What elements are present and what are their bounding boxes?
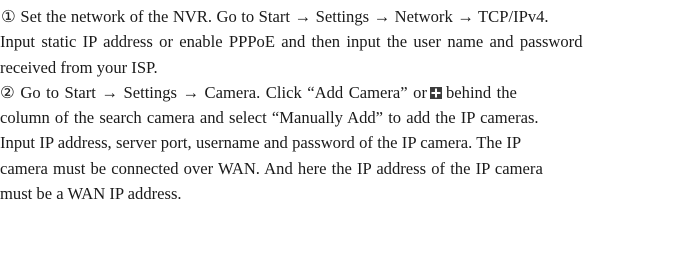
step2-line3: Input IP address, server port, username … xyxy=(0,133,522,153)
add-camera-plus-icon xyxy=(429,86,442,99)
step2-line1-tail: behind the xyxy=(445,82,517,102)
step2-line1-text: ② Go to Start → Settings → Camera. Click… xyxy=(0,82,427,102)
step2-line2: column of the search camera and select “… xyxy=(0,108,539,128)
step2-line4: camera must be connected over WAN. And h… xyxy=(0,158,543,178)
step1-line2: Input static IP address or enable PPPoE … xyxy=(0,32,583,52)
step2-line1: ② Go to Start → Settings → Camera. Click… xyxy=(0,80,696,105)
step1-line3: received from your ISP. xyxy=(0,57,158,77)
step1-line1: ① Set the network of the NVR. Go to Star… xyxy=(1,7,549,26)
instruction-text-block: ① Set the network of the NVR. Go to Star… xyxy=(0,0,696,256)
step2-line5: must be a WAN IP address. xyxy=(0,184,182,204)
